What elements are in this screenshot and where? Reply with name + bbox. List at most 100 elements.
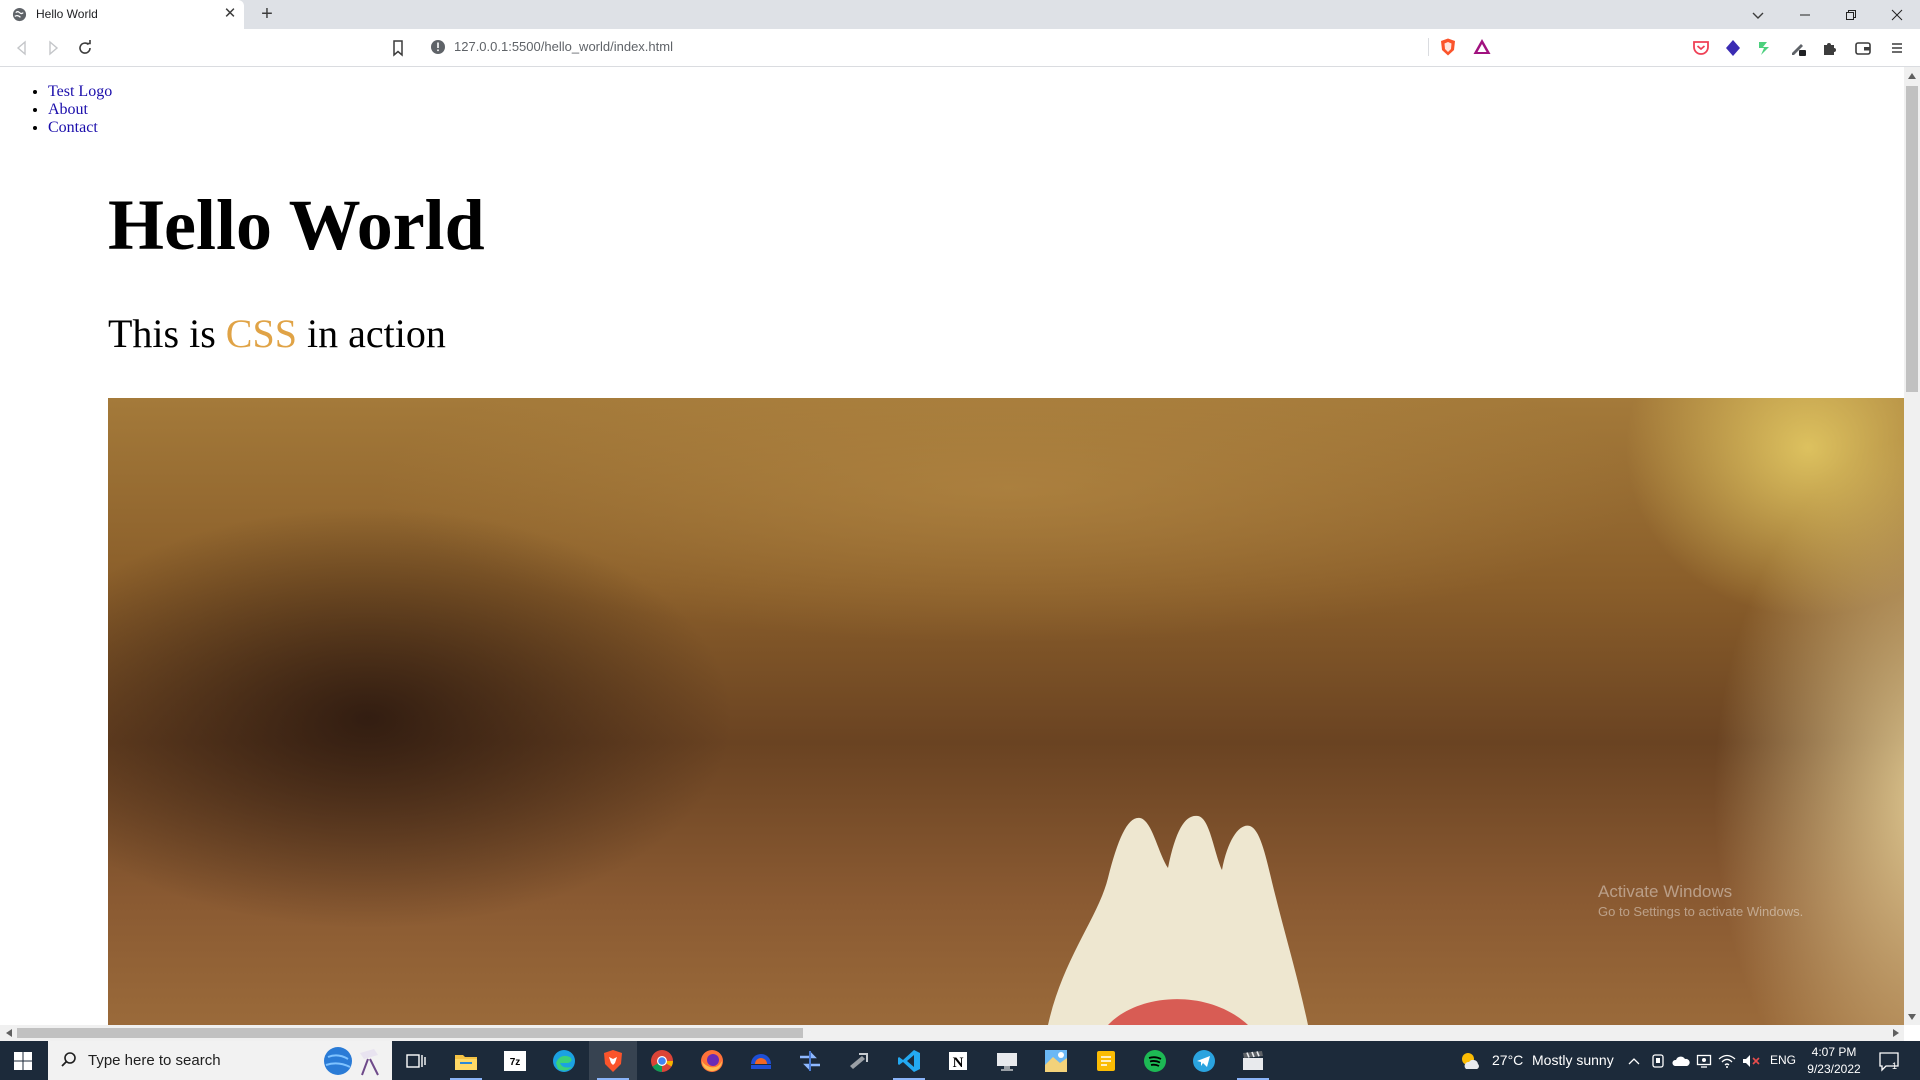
url-text[interactable]: 127.0.0.1:5500/hello_world/index.html <box>454 39 673 54</box>
edge-icon <box>553 1049 575 1072</box>
taskbar-app-7zip[interactable]: 7z <box>491 1041 539 1080</box>
nav-link-test-logo[interactable]: Test Logo <box>48 83 112 100</box>
taskbar-app-tools[interactable] <box>835 1041 883 1080</box>
tray-meet-icon[interactable] <box>1649 1052 1667 1070</box>
taskbar-app-blue[interactable] <box>737 1041 785 1080</box>
onedrive-cloud-icon[interactable] <box>1672 1052 1690 1070</box>
taskbar: Type here to search 7z N 27°C Mostly sun… <box>0 1041 1920 1080</box>
scroll-left-icon[interactable] <box>0 1025 17 1041</box>
reload-icon[interactable] <box>74 37 96 59</box>
subheading-highlight: CSS <box>225 311 297 356</box>
app-maps-icon <box>1045 1049 1067 1072</box>
taskbar-app-notion[interactable]: N <box>934 1041 982 1080</box>
taskbar-app-firefox[interactable] <box>688 1041 736 1080</box>
app-notes-icon <box>1097 1050 1115 1071</box>
windows-watermark-subtitle: Go to Settings to activate Windows. <box>1598 904 1804 919</box>
url-divider <box>1428 38 1429 56</box>
nav-link-contact[interactable]: Contact <box>48 119 98 136</box>
7zip-icon: 7z <box>504 1050 526 1071</box>
minimize-icon <box>1800 14 1810 15</box>
forward-arrow-icon[interactable] <box>42 37 64 59</box>
restore-icon <box>1846 9 1856 20</box>
nav-item-contact: Contact <box>48 119 112 137</box>
horizontal-scroll-thumb[interactable] <box>17 1028 803 1038</box>
close-window-button[interactable] <box>1874 0 1920 29</box>
nav-item-about: About <box>48 101 112 119</box>
clock-date[interactable]: 9/23/2022 <box>1804 1061 1864 1077</box>
minimize-button[interactable] <box>1782 0 1828 29</box>
extension-diamond-icon[interactable] <box>1723 38 1743 58</box>
volume-muted-icon[interactable] <box>1742 1052 1760 1070</box>
input-language[interactable]: ENG <box>1770 1053 1796 1067</box>
extension-leaf-icon[interactable] <box>1755 38 1775 58</box>
taskbar-app-chrome[interactable] <box>638 1041 686 1080</box>
brave-icon <box>604 1049 622 1072</box>
menu-icon[interactable] <box>1887 38 1907 58</box>
brave-shield-icon[interactable] <box>1438 37 1458 57</box>
back-arrow-icon[interactable] <box>11 37 33 59</box>
taskbar-app-clapper[interactable] <box>1229 1041 1277 1080</box>
pocket-icon[interactable] <box>1691 38 1711 58</box>
app-clapper-icon <box>1243 1050 1263 1070</box>
network-wifi-icon[interactable] <box>1718 1052 1736 1070</box>
globe-icon <box>12 7 27 22</box>
taskbar-search-box[interactable]: Type here to search <box>48 1041 392 1080</box>
browser-toolbar: 127.0.0.1:5500/hello_world/index.html <box>0 29 1920 67</box>
tray-display-icon[interactable] <box>1695 1052 1713 1070</box>
show-hidden-icons-chevron-icon[interactable] <box>1625 1052 1643 1070</box>
taskbar-search-placeholder: Type here to search <box>88 1052 221 1069</box>
hero-image <box>108 398 1904 1025</box>
page-title: Hello World <box>108 185 485 265</box>
file-explorer-icon <box>455 1054 477 1070</box>
task-view-button[interactable] <box>392 1041 440 1080</box>
address-bar[interactable]: 127.0.0.1:5500/hello_world/index.html <box>420 32 1500 62</box>
tab-title: Hello World <box>36 7 98 21</box>
site-info-icon[interactable] <box>430 39 446 55</box>
spotify-icon <box>1144 1049 1166 1072</box>
vscode-icon <box>898 1049 920 1072</box>
weather-temperature[interactable]: 27°C <box>1492 1052 1523 1068</box>
taskbar-app-arrows[interactable] <box>786 1041 834 1080</box>
vertical-scroll-thumb[interactable] <box>1906 86 1918 392</box>
brave-rewards-icon[interactable] <box>1472 37 1492 57</box>
app-tools-icon <box>850 1052 868 1069</box>
taskbar-app-vscode[interactable] <box>885 1041 933 1080</box>
taskbar-app-telegram[interactable] <box>1180 1041 1228 1080</box>
restore-button[interactable] <box>1828 0 1874 29</box>
task-view-icon <box>406 1053 426 1068</box>
close-window-icon <box>1891 9 1903 20</box>
tab-search-chevron-icon[interactable] <box>1748 5 1768 25</box>
app-monitor-icon <box>997 1052 1017 1071</box>
taskbar-app-spotify[interactable] <box>1131 1041 1179 1080</box>
site-nav: Test Logo About Contact <box>48 83 112 137</box>
scroll-up-icon[interactable] <box>1904 67 1920 84</box>
weather-sun-cloud-icon[interactable] <box>1460 1051 1480 1071</box>
scroll-right-icon[interactable] <box>1887 1025 1904 1041</box>
taskbar-app-maps[interactable] <box>1032 1041 1080 1080</box>
close-icon[interactable]: ✕ <box>222 6 238 22</box>
bookmark-icon[interactable] <box>388 38 408 58</box>
weather-condition[interactable]: Mostly sunny <box>1532 1052 1614 1068</box>
extensions-puzzle-icon[interactable] <box>1820 38 1840 58</box>
scroll-down-icon[interactable] <box>1904 1008 1920 1025</box>
svg-text:N: N <box>953 1055 964 1071</box>
clock-time[interactable]: 4:07 PM <box>1808 1044 1860 1060</box>
taskbar-app-edge[interactable] <box>540 1041 588 1080</box>
taskbar-app-brave[interactable] <box>589 1041 637 1080</box>
telegram-icon <box>1193 1049 1215 1072</box>
start-button[interactable] <box>0 1041 46 1080</box>
taskbar-app-file-explorer[interactable] <box>442 1041 490 1080</box>
browser-tab[interactable]: Hello World ✕ <box>0 0 244 29</box>
extension-pen-icon[interactable] <box>1788 38 1808 58</box>
new-tab-button[interactable]: + <box>256 3 278 25</box>
nav-link-about[interactable]: About <box>48 101 88 118</box>
svg-text:7z: 7z <box>510 1057 521 1068</box>
notification-center-icon[interactable]: 1 <box>1878 1050 1900 1072</box>
app-blue-icon <box>751 1053 771 1069</box>
notion-icon: N <box>949 1051 967 1071</box>
taskbar-app-monitor[interactable] <box>983 1041 1031 1080</box>
search-highlight-art-icon <box>324 1047 379 1076</box>
wallet-icon[interactable] <box>1853 38 1873 58</box>
windows-logo-icon <box>14 1051 32 1070</box>
taskbar-app-notes[interactable] <box>1082 1041 1130 1080</box>
